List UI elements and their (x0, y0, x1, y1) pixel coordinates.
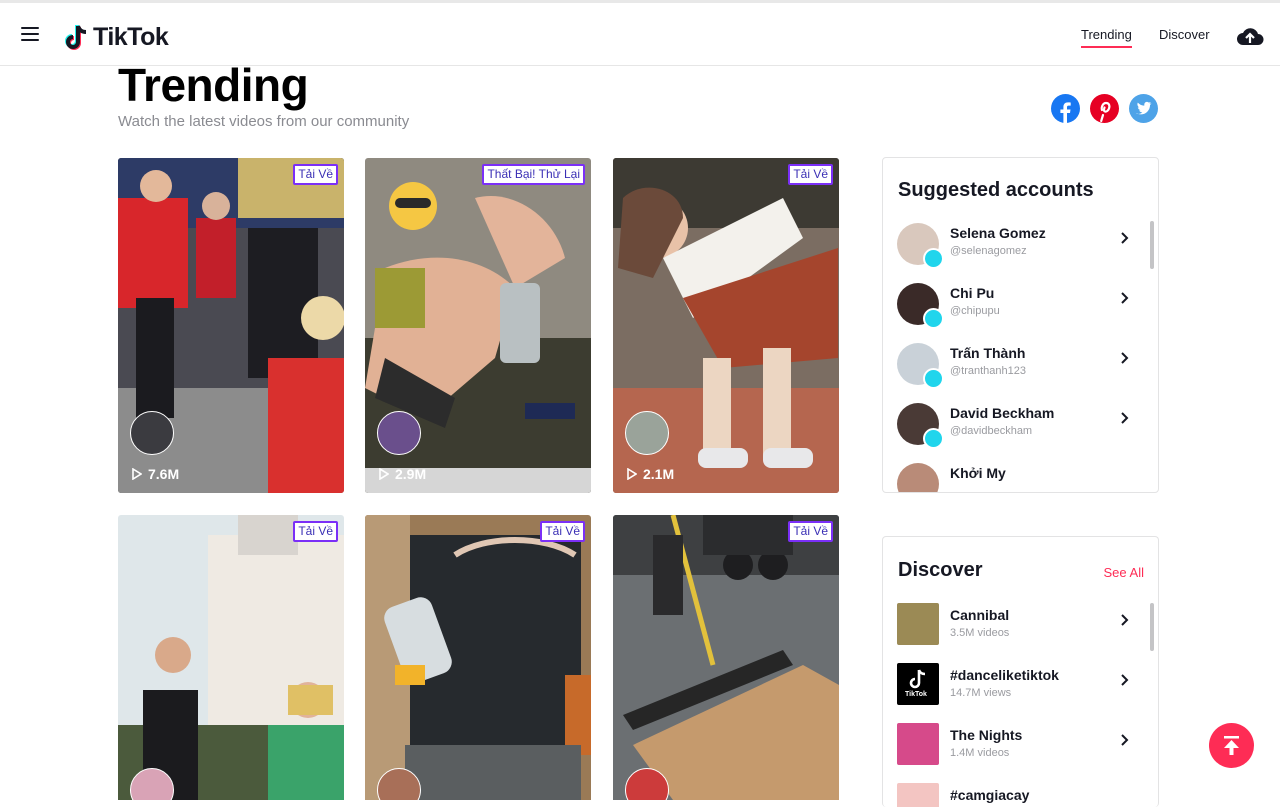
account-handle: @selenagomez (950, 245, 1027, 257)
download-badge[interactable]: Tải Về (788, 164, 833, 185)
account-handle: @tranthanh123 (950, 365, 1027, 377)
menu-icon[interactable] (21, 27, 39, 41)
video-card[interactable]: Thất Bại! Thử Lại 2.9M (365, 158, 591, 493)
play-icon (379, 468, 389, 480)
download-badge[interactable]: Tải Về (788, 521, 833, 542)
discover-item-name: #danceliketiktok (950, 667, 1059, 683)
chevron-right-icon (1121, 674, 1129, 686)
tiktok-note-icon (909, 669, 926, 689)
see-all-link[interactable]: See All (1104, 565, 1144, 580)
cloud-upload-icon[interactable] (1236, 25, 1264, 49)
nav-trending[interactable]: Trending (1081, 27, 1132, 48)
play-icon (132, 468, 142, 480)
pinterest-share-button[interactable] (1090, 94, 1119, 123)
view-count: 7.6M (132, 466, 179, 482)
account-handle: @chipupu (950, 305, 1000, 317)
account-name: Selena Gomez (950, 225, 1046, 241)
arrow-up-icon (1224, 736, 1239, 755)
discover-thumbnail (897, 723, 939, 765)
scrollbar[interactable] (1150, 221, 1154, 269)
video-card[interactable]: Tải Về (613, 515, 839, 800)
verified-badge-icon (923, 368, 944, 389)
discover-thumbnail (897, 783, 939, 807)
nav-discover[interactable]: Discover (1159, 27, 1210, 42)
discover-item-name: Cannibal (950, 607, 1010, 623)
logo-text: TikTok (93, 22, 169, 51)
discover-item[interactable]: #camgiacay (897, 781, 1142, 807)
video-card[interactable]: Tải Về 2.1M (613, 158, 839, 493)
chevron-right-icon (1121, 352, 1129, 364)
scrollbar[interactable] (1150, 603, 1154, 651)
video-thumbnail (365, 515, 591, 800)
twitter-icon (1136, 101, 1152, 115)
retry-badge[interactable]: Thất Bại! Thử Lại (482, 164, 585, 185)
download-badge[interactable]: Tải Về (293, 164, 338, 185)
download-badge[interactable]: Tải Về (540, 521, 585, 542)
view-count-text: 2.1M (643, 466, 675, 482)
discover-item-stat: 3.5M videos (950, 627, 1010, 639)
facebook-icon (1060, 102, 1071, 123)
account-handle: @davidbeckham (950, 425, 1033, 437)
account-row[interactable]: Chi Pu @chipupu (897, 279, 1142, 335)
discover-thumbnail: TikTok (897, 663, 939, 705)
tiktok-thumb-text: TikTok (905, 691, 927, 698)
creator-avatar[interactable] (377, 411, 421, 455)
account-row[interactable]: Trấn Thành @tranthanh123 (897, 339, 1142, 395)
page-subtitle: Watch the latest videos from our communi… (118, 113, 410, 130)
twitter-share-button[interactable] (1129, 94, 1158, 123)
verified-badge-icon (923, 248, 944, 269)
video-card[interactable]: Tải Về (118, 515, 344, 800)
discover-item[interactable]: Cannibal 3.5M videos (897, 601, 1142, 657)
view-count-text: 2.9M (395, 466, 427, 482)
chevron-right-icon (1121, 614, 1129, 626)
suggested-accounts-title: Suggested accounts (898, 179, 1094, 201)
discover-title: Discover (898, 559, 983, 581)
chevron-right-icon (1121, 734, 1129, 746)
account-row[interactable]: David Beckham @davidbeckham (897, 399, 1142, 455)
tiktok-logo[interactable]: TikTok (64, 22, 169, 52)
account-name: Trấn Thành (950, 345, 1026, 361)
avatar (897, 463, 939, 492)
account-row[interactable]: Selena Gomez @selenagomez (897, 219, 1142, 275)
video-card[interactable]: Tải Về (365, 515, 591, 800)
chevron-right-icon (1121, 412, 1129, 424)
download-badge[interactable]: Tải Về (293, 521, 338, 542)
chevron-right-icon (1121, 232, 1129, 244)
account-name: David Beckham (950, 405, 1055, 421)
discover-item-stat: 14.7M views (950, 687, 1012, 699)
discover-item-name: The Nights (950, 727, 1023, 743)
verified-badge-icon (923, 308, 944, 329)
pinterest-icon (1100, 101, 1111, 123)
video-card[interactable]: Tải Về 7.6M (118, 158, 344, 493)
creator-avatar[interactable] (130, 411, 174, 455)
discover-item-stat: 1.4M videos (950, 747, 1010, 759)
video-thumbnail (613, 515, 839, 800)
discover-panel: Discover See All Cannibal 3.5M videos Ti… (882, 536, 1159, 807)
suggested-accounts-panel: Suggested accounts Selena Gomez @selenag… (882, 157, 1159, 493)
creator-avatar[interactable] (625, 411, 669, 455)
play-icon (627, 468, 637, 480)
discover-thumbnail (897, 603, 939, 645)
back-to-top-button[interactable] (1209, 723, 1254, 768)
tiktok-note-icon (65, 25, 87, 50)
discover-item[interactable]: TikTok #danceliketiktok 14.7M views (897, 661, 1142, 717)
chevron-right-icon (1121, 292, 1129, 304)
top-navbar: TikTok Trending Discover (0, 3, 1280, 66)
discover-item[interactable]: The Nights 1.4M videos (897, 721, 1142, 777)
account-name: Chi Pu (950, 285, 995, 301)
view-count: 2.1M (627, 466, 674, 482)
verified-badge-icon (923, 428, 944, 449)
view-count: 2.9M (379, 466, 426, 482)
page-title: Trending (118, 59, 309, 111)
account-row[interactable]: Khởi My (897, 459, 1142, 492)
discover-item-name: #camgiacay (950, 787, 1030, 803)
account-name: Khởi My (950, 465, 1006, 481)
facebook-share-button[interactable] (1051, 94, 1080, 123)
view-count-text: 7.6M (148, 466, 180, 482)
video-thumbnail (118, 515, 344, 800)
